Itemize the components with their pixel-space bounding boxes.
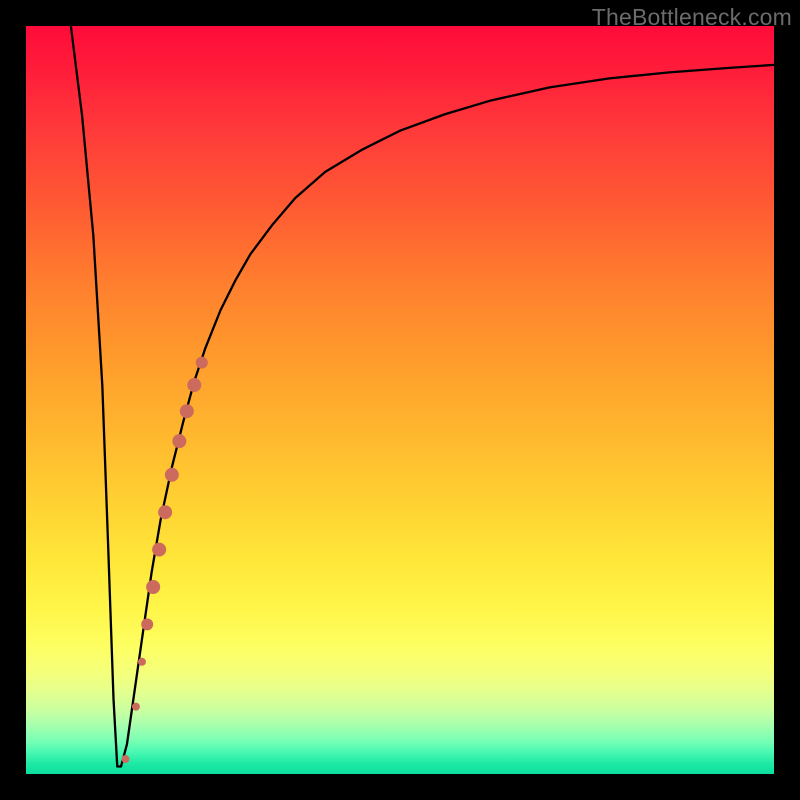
plot-area bbox=[26, 26, 774, 774]
watermark-text: TheBottleneck.com bbox=[592, 4, 792, 31]
bottleneck-curve-path bbox=[71, 26, 774, 767]
marker-group bbox=[121, 357, 207, 763]
marker-point bbox=[146, 580, 160, 594]
marker-point bbox=[132, 703, 140, 711]
marker-point bbox=[141, 618, 153, 630]
marker-point bbox=[121, 755, 129, 763]
marker-point bbox=[165, 468, 179, 482]
marker-point bbox=[138, 658, 146, 666]
marker-point bbox=[187, 378, 201, 392]
marker-point bbox=[172, 434, 186, 448]
chart-svg bbox=[26, 26, 774, 774]
chart-frame: TheBottleneck.com bbox=[0, 0, 800, 800]
marker-point bbox=[196, 357, 208, 369]
marker-point bbox=[152, 543, 166, 557]
marker-point bbox=[180, 404, 194, 418]
marker-point bbox=[158, 505, 172, 519]
